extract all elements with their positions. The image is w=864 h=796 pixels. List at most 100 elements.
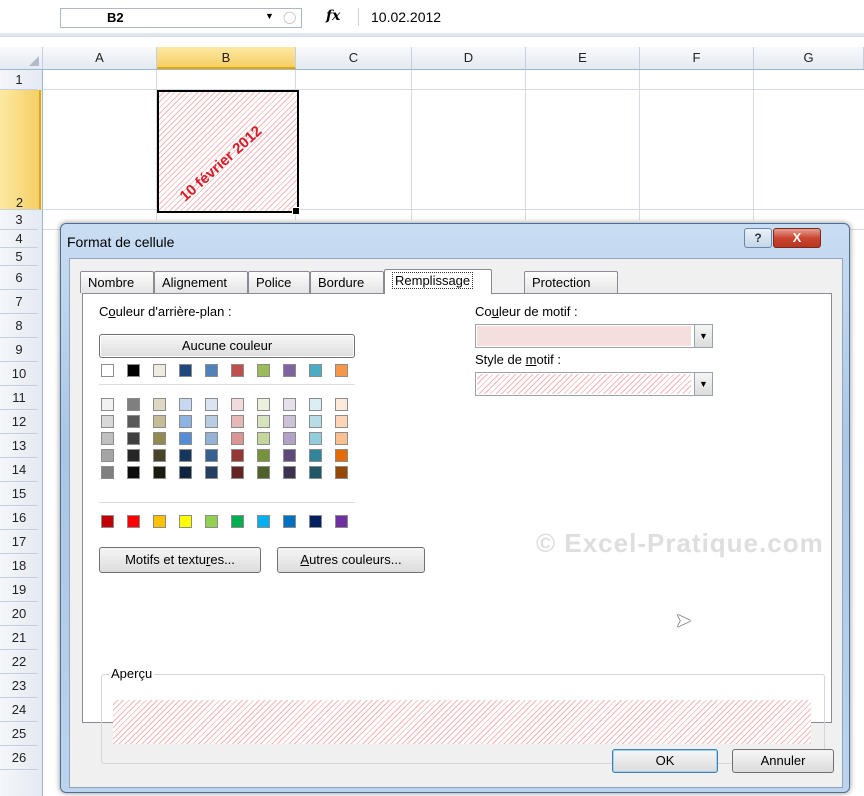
- row-header-14[interactable]: 14: [0, 458, 38, 482]
- color-swatch-standard-3[interactable]: [179, 515, 192, 528]
- row-header-8[interactable]: 8: [0, 314, 38, 338]
- more-colors-button[interactable]: Autres couleurs...: [277, 547, 425, 573]
- color-swatch-shade-0-6[interactable]: [257, 398, 270, 411]
- tab-nombre[interactable]: Nombre: [80, 271, 154, 293]
- color-swatch-shade-0-0[interactable]: [101, 398, 114, 411]
- row-header-20[interactable]: 20: [0, 602, 38, 626]
- color-swatch-shade-0-1[interactable]: [127, 398, 140, 411]
- row-header-16[interactable]: 16: [0, 506, 38, 530]
- color-swatch-shade-1-0[interactable]: [101, 415, 114, 428]
- row-header-3[interactable]: 3: [0, 210, 38, 230]
- color-swatch-shade-2-6[interactable]: [257, 432, 270, 445]
- row-header-1[interactable]: 1: [0, 70, 38, 90]
- color-swatch-shade-3-4[interactable]: [205, 449, 218, 462]
- row-header-25[interactable]: 25: [0, 722, 38, 746]
- select-all-button[interactable]: [0, 47, 43, 69]
- column-header-c[interactable]: C: [296, 47, 412, 69]
- color-swatch-shade-3-5[interactable]: [231, 449, 244, 462]
- color-swatch-shade-4-9[interactable]: [335, 466, 348, 479]
- color-swatch-shade-0-8[interactable]: [309, 398, 322, 411]
- color-swatch-shade-0-5[interactable]: [231, 398, 244, 411]
- cancel-button[interactable]: Annuler: [732, 749, 834, 773]
- dropdown-arrow-icon[interactable]: ▼: [694, 325, 712, 347]
- color-swatch-shade-4-5[interactable]: [231, 466, 244, 479]
- color-swatch-shade-0-9[interactable]: [335, 398, 348, 411]
- row-header-6[interactable]: 6: [0, 266, 38, 290]
- close-button[interactable]: X: [773, 228, 821, 248]
- no-color-button[interactable]: Aucune couleur: [99, 334, 355, 358]
- color-swatch-shade-1-8[interactable]: [309, 415, 322, 428]
- color-swatch-theme-7[interactable]: [283, 364, 296, 377]
- row-header-22[interactable]: 22: [0, 650, 38, 674]
- color-swatch-theme-4[interactable]: [205, 364, 218, 377]
- row-header-24[interactable]: 24: [0, 698, 38, 722]
- row-header-13[interactable]: 13: [0, 434, 38, 458]
- row-header-17[interactable]: 17: [0, 530, 38, 554]
- color-swatch-shade-0-7[interactable]: [283, 398, 296, 411]
- color-swatch-shade-1-4[interactable]: [205, 415, 218, 428]
- tab-bordure[interactable]: Bordure: [310, 271, 384, 293]
- ok-button[interactable]: OK: [612, 749, 718, 773]
- color-swatch-shade-1-2[interactable]: [153, 415, 166, 428]
- color-swatch-shade-4-1[interactable]: [127, 466, 140, 479]
- color-swatch-shade-4-8[interactable]: [309, 466, 322, 479]
- color-swatch-shade-2-9[interactable]: [335, 432, 348, 445]
- color-swatch-shade-0-2[interactable]: [153, 398, 166, 411]
- color-swatch-standard-5[interactable]: [231, 515, 244, 528]
- color-swatch-shade-3-6[interactable]: [257, 449, 270, 462]
- column-header-g[interactable]: G: [754, 47, 864, 69]
- color-swatch-shade-2-7[interactable]: [283, 432, 296, 445]
- row-header-12[interactable]: 12: [0, 410, 38, 434]
- insert-function-icon[interactable]: fx: [326, 8, 340, 24]
- row-header-19[interactable]: 19: [0, 578, 38, 602]
- color-swatch-standard-1[interactable]: [127, 515, 140, 528]
- tab-remplissage[interactable]: Remplissage: [384, 269, 492, 294]
- column-header-d[interactable]: D: [412, 47, 526, 69]
- fill-handle[interactable]: [292, 207, 300, 215]
- color-swatch-theme-8[interactable]: [309, 364, 322, 377]
- color-swatch-shade-4-4[interactable]: [205, 466, 218, 479]
- tab-protection[interactable]: Protection: [524, 271, 618, 293]
- color-swatch-shade-3-1[interactable]: [127, 449, 140, 462]
- color-swatch-shade-1-5[interactable]: [231, 415, 244, 428]
- row-header-7[interactable]: 7: [0, 290, 38, 314]
- color-swatch-shade-3-9[interactable]: [335, 449, 348, 462]
- color-swatch-shade-4-3[interactable]: [179, 466, 192, 479]
- column-header-b[interactable]: B: [157, 47, 296, 69]
- color-swatch-standard-4[interactable]: [205, 515, 218, 528]
- color-swatch-shade-3-3[interactable]: [179, 449, 192, 462]
- row-header-21[interactable]: 21: [0, 626, 38, 650]
- tab-police[interactable]: Police: [248, 271, 310, 293]
- color-swatch-shade-2-8[interactable]: [309, 432, 322, 445]
- color-swatch-theme-0[interactable]: [101, 364, 114, 377]
- color-swatch-standard-9[interactable]: [335, 515, 348, 528]
- name-box-dropdown-icon[interactable]: ▼: [265, 11, 274, 21]
- color-swatch-shade-2-1[interactable]: [127, 432, 140, 445]
- color-swatch-shade-3-2[interactable]: [153, 449, 166, 462]
- cell-b2[interactable]: 10 février 2012: [157, 90, 299, 213]
- color-swatch-shade-2-0[interactable]: [101, 432, 114, 445]
- help-button[interactable]: ?: [744, 228, 772, 248]
- color-swatch-theme-6[interactable]: [257, 364, 270, 377]
- color-swatch-shade-2-3[interactable]: [179, 432, 192, 445]
- dropdown-arrow-icon[interactable]: ▼: [694, 373, 712, 395]
- color-swatch-theme-2[interactable]: [153, 364, 166, 377]
- color-swatch-standard-0[interactable]: [101, 515, 114, 528]
- row-header-18[interactable]: 18: [0, 554, 38, 578]
- pattern-effects-button[interactable]: Motifs et textures...: [99, 547, 261, 573]
- color-swatch-shade-0-3[interactable]: [179, 398, 192, 411]
- formula-input[interactable]: 10.02.2012: [358, 8, 864, 26]
- row-header-15[interactable]: 15: [0, 482, 38, 506]
- column-header-a[interactable]: A: [43, 47, 157, 69]
- color-swatch-theme-9[interactable]: [335, 364, 348, 377]
- name-box-resize-icon[interactable]: ◯: [283, 10, 296, 24]
- color-swatch-standard-7[interactable]: [283, 515, 296, 528]
- column-header-e[interactable]: E: [526, 47, 640, 69]
- color-swatch-theme-5[interactable]: [231, 364, 244, 377]
- column-header-f[interactable]: F: [640, 47, 754, 69]
- color-swatch-standard-2[interactable]: [153, 515, 166, 528]
- tab-alignement[interactable]: Alignement: [154, 271, 248, 293]
- color-swatch-shade-4-6[interactable]: [257, 466, 270, 479]
- color-swatch-shade-3-8[interactable]: [309, 449, 322, 462]
- color-swatch-shade-4-2[interactable]: [153, 466, 166, 479]
